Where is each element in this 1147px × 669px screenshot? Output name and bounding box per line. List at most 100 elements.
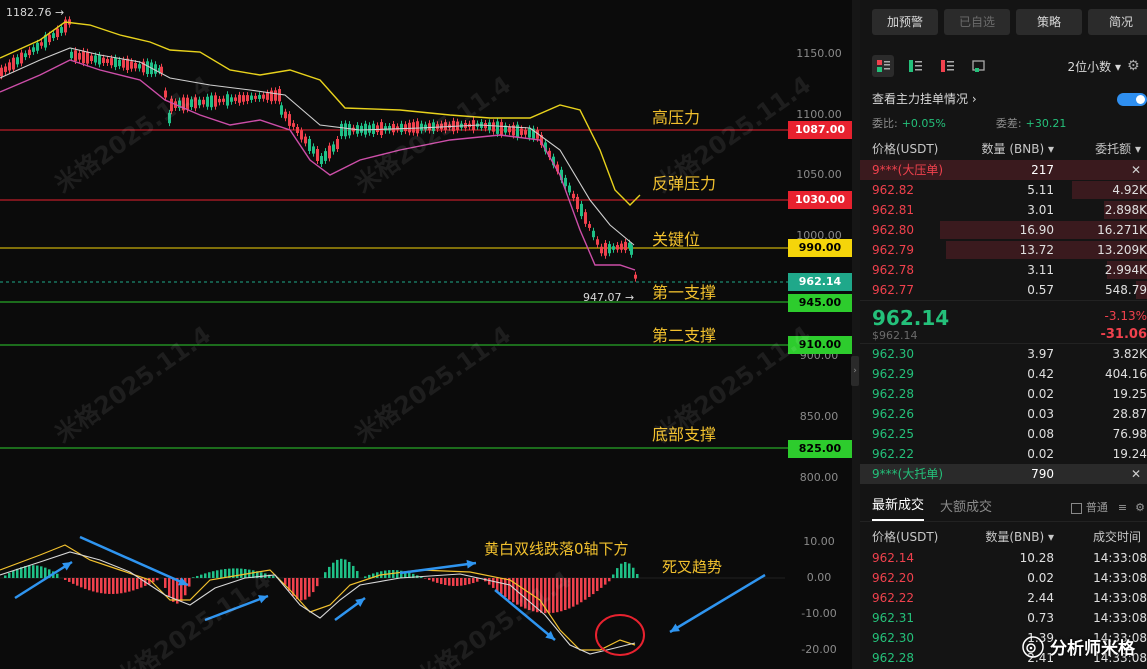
macd-histogram-bar xyxy=(612,574,615,578)
bid-qty: 0.02 xyxy=(1027,447,1054,461)
macd-histogram-bar xyxy=(628,563,631,578)
bollinger-lower-line xyxy=(0,59,636,271)
qty-header-label: 数量 (BNB) xyxy=(981,142,1045,156)
depth-view-icon[interactable] xyxy=(968,55,990,77)
tab-large-trades[interactable]: 大额成交 xyxy=(940,495,992,521)
both-sides-view-icon[interactable] xyxy=(872,55,894,77)
candle-body xyxy=(12,57,15,70)
ask-row[interactable]: 962.79 13.72 13.209K xyxy=(860,240,1147,260)
macd-axis-label: 10.00 xyxy=(803,535,835,548)
overview-button[interactable]: 简况 xyxy=(1088,9,1147,35)
bids-only-view-icon[interactable] xyxy=(904,55,926,77)
change-absolute: -31.06 xyxy=(1100,327,1147,342)
add-alert-button[interactable]: 加预警 xyxy=(872,9,938,35)
last-price: 962.14 xyxy=(872,306,950,330)
candle-body xyxy=(230,97,233,102)
macd-histogram-bar xyxy=(44,567,47,578)
candle-body xyxy=(16,57,19,65)
tab-latest-trades[interactable]: 最新成交 xyxy=(872,493,925,521)
price-axis-label: 800.00 xyxy=(799,471,839,484)
ask-row[interactable]: 962.81 3.01 2.898K xyxy=(860,200,1147,220)
bid-row[interactable]: 962.22 0.02 19.24 xyxy=(860,444,1147,464)
settings-gear-icon[interactable]: ⚙ xyxy=(1127,58,1145,74)
macd-dea-line xyxy=(0,551,636,655)
asks-only-view-icon[interactable] xyxy=(936,55,958,77)
candle-body xyxy=(118,59,121,67)
macd-histogram-bar xyxy=(188,578,191,587)
candle-body xyxy=(576,196,579,210)
ask-row[interactable]: 962.80 16.90 16.271K xyxy=(860,220,1147,240)
ask-row[interactable]: 962.82 5.11 4.92K xyxy=(860,180,1147,200)
main-force-toggle[interactable] xyxy=(1117,93,1147,106)
macd-histogram-bar xyxy=(608,578,611,582)
candle-body xyxy=(416,121,419,134)
normal-checkbox[interactable] xyxy=(1070,502,1082,514)
candle-body xyxy=(288,114,291,126)
level-tag-1087[interactable]: 1087.00 xyxy=(788,121,852,139)
chart-area[interactable]: 1182.76 → 947.07 → 1150.00 1100.00 1050.… xyxy=(0,0,852,669)
bid-row[interactable]: 962.28 0.02 19.25 xyxy=(860,384,1147,404)
macd-histogram-bar xyxy=(184,578,187,596)
candle-body xyxy=(32,47,35,52)
level-tag-945[interactable]: 945.00 xyxy=(788,294,852,312)
close-icon[interactable]: ✕ xyxy=(1054,464,1147,484)
macd-axis-label: 0.00 xyxy=(806,571,832,584)
candle-body xyxy=(60,27,63,33)
macd-histogram-bar xyxy=(204,573,207,578)
level-tag-825[interactable]: 825.00 xyxy=(788,440,852,458)
big-ask-row[interactable]: 9***(大压单) 217 ✕ xyxy=(860,160,1147,180)
candle-body xyxy=(368,125,371,133)
trade-qty-header[interactable]: 数量(BNB) ▾ xyxy=(972,526,1054,548)
collapse-handle-icon[interactable]: › xyxy=(851,356,859,386)
bid-row[interactable]: 962.25 0.08 76.98 xyxy=(860,424,1147,444)
macd-histogram-bar xyxy=(468,578,471,585)
big-bid-name: 9***(大托单) xyxy=(872,467,943,481)
strategy-button[interactable]: 策略 xyxy=(1016,9,1082,35)
macd-histogram-bar xyxy=(260,572,263,578)
macd-histogram-bar xyxy=(136,578,139,590)
candle-body xyxy=(584,212,587,224)
candle-body xyxy=(568,185,571,193)
trade-time-header: 成交时间 xyxy=(1092,530,1141,544)
precision-value: 2位小数 xyxy=(1067,59,1112,74)
candle-body xyxy=(336,138,339,150)
candle-body xyxy=(138,64,141,69)
macd-histogram-bar xyxy=(352,565,355,578)
bid-row[interactable]: 962.29 0.42 404.16 xyxy=(860,364,1147,384)
candle-body xyxy=(130,61,133,69)
filter-icon[interactable]: ≡ xyxy=(1118,495,1127,521)
level-tag-990[interactable]: 990.00 xyxy=(788,239,852,257)
candlestick-chart[interactable] xyxy=(0,0,852,669)
annotation-arrow xyxy=(669,573,766,634)
favorited-button[interactable]: 已自选 xyxy=(944,9,1010,35)
macd-histogram-bar xyxy=(56,573,59,578)
bid-price: 962.28 xyxy=(872,387,914,401)
bid-total: 19.24 xyxy=(1112,447,1147,461)
candle-body xyxy=(206,96,209,107)
bid-row[interactable]: 962.30 3.97 3.82K xyxy=(860,344,1147,364)
close-icon[interactable]: ✕ xyxy=(1054,160,1147,180)
macd-histogram-bar xyxy=(600,578,603,588)
bid-row[interactable]: 962.26 0.03 28.87 xyxy=(860,404,1147,424)
big-bid-row[interactable]: 9***(大托单) 790 ✕ xyxy=(860,464,1147,484)
trade-time: 14:33:08 xyxy=(1093,571,1147,585)
main-force-orders-link[interactable]: 查看主力挂单情况 › xyxy=(860,89,1147,109)
ask-price: 962.81 xyxy=(872,203,914,217)
macd-histogram-bar xyxy=(236,568,239,578)
candle-body xyxy=(266,92,269,100)
settings-gear-icon[interactable]: ⚙ xyxy=(1135,495,1145,521)
trade-price: 962.31 xyxy=(872,611,914,625)
ask-row[interactable]: 962.77 0.57 548.79 xyxy=(860,280,1147,300)
candle-body xyxy=(52,33,55,39)
level-tag-1030[interactable]: 1030.00 xyxy=(788,191,852,209)
precision-select[interactable]: 2位小数 ▾ xyxy=(1068,58,1122,75)
macd-histogram-bar xyxy=(124,578,127,593)
ask-qty: 0.57 xyxy=(1027,283,1054,297)
candle-body xyxy=(412,122,415,133)
total-header[interactable]: 委托额 ▾ xyxy=(1054,138,1141,160)
ask-row[interactable]: 962.78 3.11 2.994K xyxy=(860,260,1147,280)
level-tag-910[interactable]: 910.00 xyxy=(788,336,852,354)
price-header[interactable]: 价格(USDT) xyxy=(872,138,972,160)
qty-header[interactable]: 数量 (BNB) ▾ xyxy=(972,138,1054,160)
ask-qty: 3.11 xyxy=(1027,263,1054,277)
